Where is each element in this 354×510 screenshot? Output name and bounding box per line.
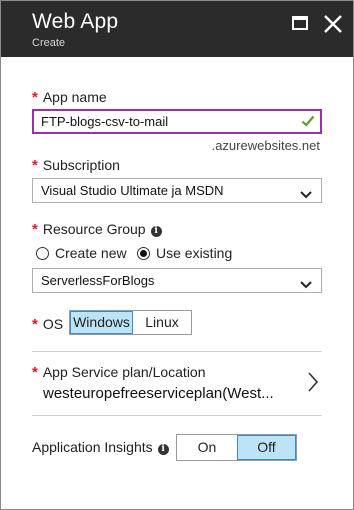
radio-create-new[interactable]: Create new [36, 245, 127, 261]
domain-suffix: .azurewebsites.net [211, 138, 320, 153]
chevron-right-icon[interactable] [307, 371, 319, 398]
info-icon[interactable]: i [157, 444, 169, 455]
app-service-plan-label: * App Service plan/Location [32, 364, 206, 381]
app-service-plan-value[interactable]: westeuropefreeserviceplan(West... [43, 385, 274, 402]
resource-group-value: ServerlessForBlogs [41, 273, 155, 288]
resource-group-select[interactable]: ServerlessForBlogs [32, 268, 322, 293]
blade-title: Web App [32, 10, 119, 33]
info-icon[interactable]: i [150, 226, 162, 237]
chevron-down-icon [300, 277, 312, 292]
app-insights-label: Application Insights i [32, 439, 169, 455]
subscription-label: * Subscription [32, 157, 120, 174]
blade-header: Web App Create [1, 1, 353, 57]
app-insights-off-button[interactable]: Off [237, 435, 296, 460]
maximize-icon[interactable] [290, 13, 312, 35]
app-name-label: * App name [32, 89, 107, 106]
web-app-create-blade: Web App Create * App name FTP-blogs-csv-t… [0, 0, 354, 510]
check-icon [301, 114, 315, 131]
app-insights-on-button[interactable]: On [177, 435, 237, 460]
divider [32, 351, 322, 352]
app-name-value: FTP-blogs-csv-to-mail [41, 114, 169, 129]
app-name-input[interactable]: FTP-blogs-csv-to-mail [32, 109, 322, 134]
subscription-select[interactable]: Visual Studio Ultimate ja MSDN [32, 178, 322, 203]
resource-group-label: * Resource Group i [32, 221, 162, 238]
radio-use-existing[interactable]: Use existing [137, 245, 232, 261]
subscription-value: Visual Studio Ultimate ja MSDN [41, 183, 224, 198]
blade-subtitle: Create [32, 37, 66, 49]
divider [32, 415, 322, 416]
close-icon[interactable] [322, 13, 344, 35]
os-toggle: Windows Linux [69, 310, 192, 335]
os-windows-button[interactable]: Windows [70, 311, 133, 334]
chevron-down-icon [300, 187, 312, 202]
os-label: * OS [32, 316, 64, 333]
app-insights-toggle: On Off [176, 434, 297, 461]
os-linux-button[interactable]: Linux [133, 311, 191, 334]
